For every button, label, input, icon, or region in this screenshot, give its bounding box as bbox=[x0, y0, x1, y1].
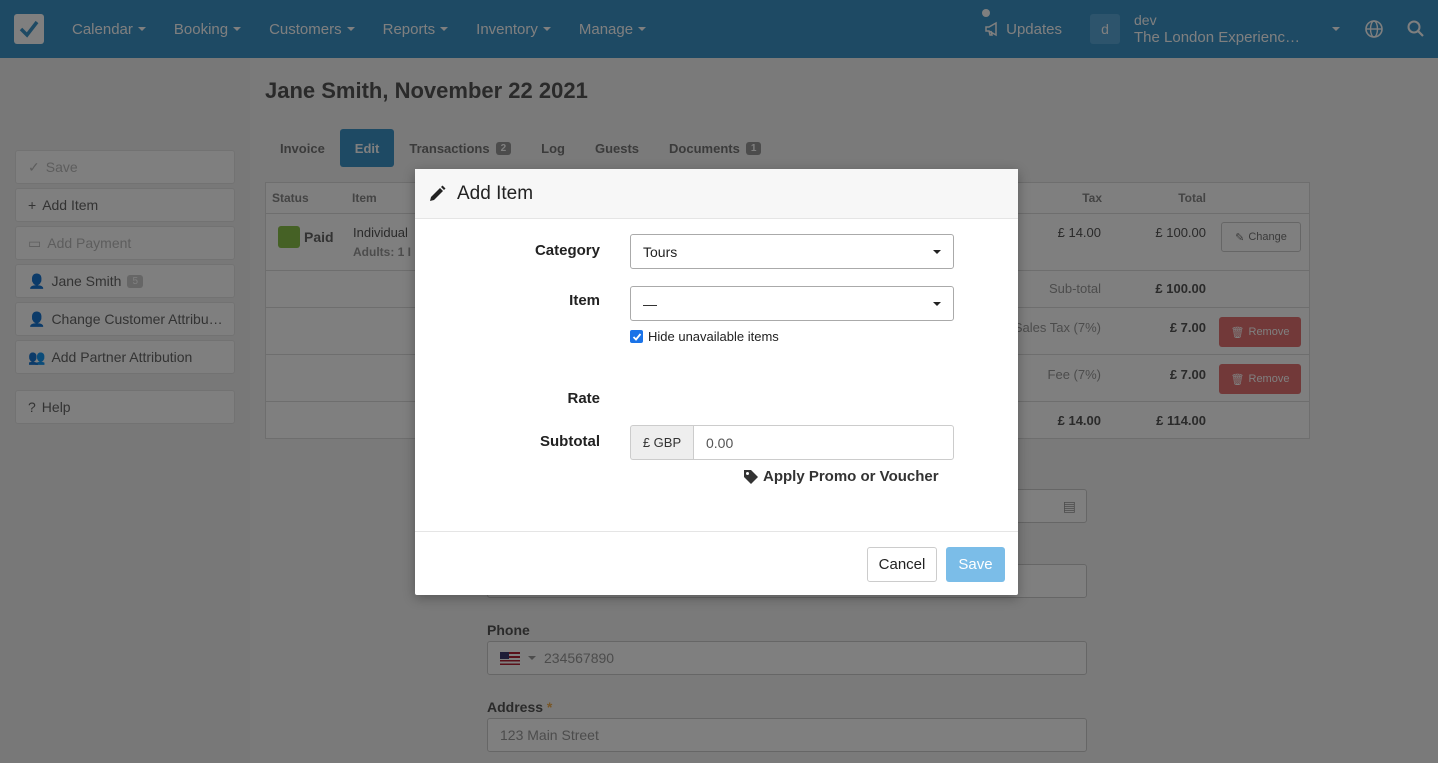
item-select[interactable]: — bbox=[630, 286, 954, 321]
category-select[interactable]: Tours bbox=[630, 234, 954, 269]
category-value: Tours bbox=[643, 243, 678, 260]
apply-promo-link[interactable]: Apply Promo or Voucher bbox=[743, 468, 939, 485]
subtotal-label: Subtotal bbox=[540, 433, 600, 450]
hide-unavailable-label: Hide unavailable items bbox=[648, 329, 779, 344]
chevron-down-icon bbox=[933, 249, 941, 254]
modal-title: Add Item bbox=[457, 182, 534, 204]
checkbox-checked-icon[interactable] bbox=[630, 330, 643, 343]
modal-header: Add Item bbox=[415, 169, 1018, 219]
modal-footer: Cancel Save bbox=[415, 531, 1018, 595]
category-label: Category bbox=[534, 242, 600, 259]
subtotal-input[interactable]: 0.00 bbox=[693, 425, 954, 460]
add-item-modal: Add Item Category Tours Item — Hide unav… bbox=[415, 169, 1018, 595]
pencil-icon bbox=[430, 185, 446, 201]
currency-addon: £ GBP bbox=[630, 425, 693, 460]
cancel-button[interactable]: Cancel bbox=[867, 547, 937, 582]
promo-label: Apply Promo or Voucher bbox=[763, 468, 939, 485]
item-label: Item bbox=[569, 292, 600, 309]
save-button[interactable]: Save bbox=[946, 547, 1005, 582]
subtotal-value: 0.00 bbox=[706, 434, 734, 451]
hide-unavailable-checkbox[interactable]: Hide unavailable items bbox=[630, 329, 779, 344]
tag-icon bbox=[744, 469, 758, 484]
subtotal-input-group: £ GBP 0.00 bbox=[630, 425, 954, 460]
chevron-down-icon bbox=[933, 301, 941, 306]
rate-label: Rate bbox=[567, 390, 600, 407]
item-value: — bbox=[643, 295, 657, 312]
